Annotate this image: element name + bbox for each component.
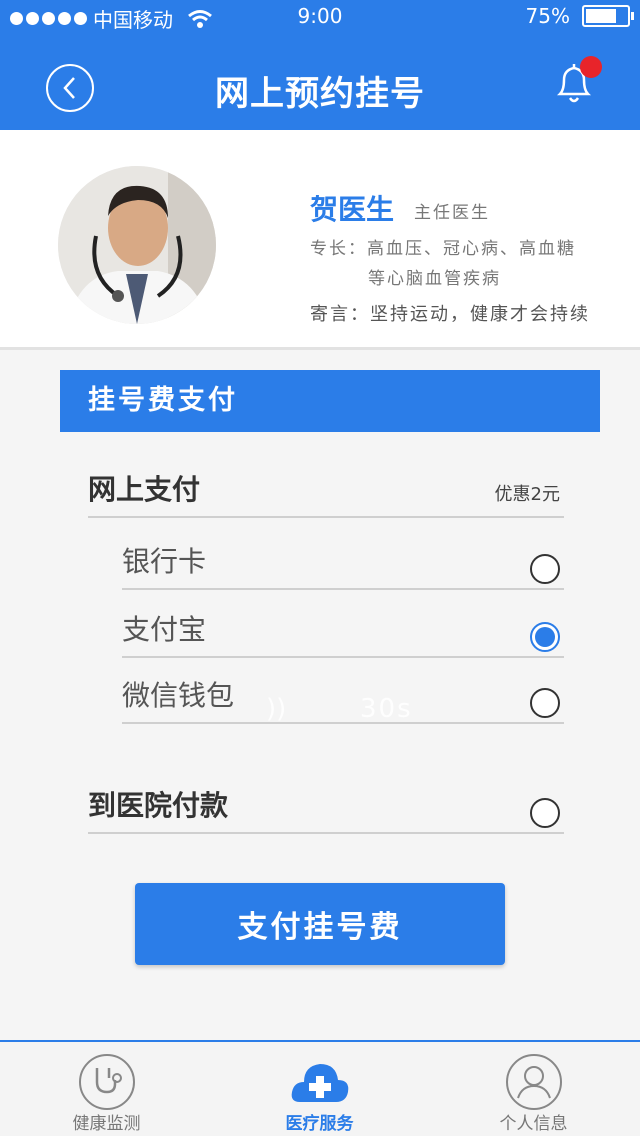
payment-option-wechat[interactable]: 微信钱包 — [122, 672, 564, 724]
payment-option-alipay[interactable]: 支付宝 — [122, 606, 564, 658]
option-label: 支付宝 — [122, 613, 207, 646]
option-label: 银行卡 — [122, 545, 207, 578]
voice-wave-icon: )) — [266, 694, 287, 724]
tab-label: 医疗服务 — [285, 1114, 354, 1134]
pay-at-hospital-label: 到医院付款 — [88, 789, 229, 822]
pay-fee-button[interactable]: 支付挂号费 — [135, 883, 505, 965]
bottom-tab-bar: 健康监测 医疗服务 个人信息 — [0, 1040, 640, 1136]
doctor-photo-icon — [58, 166, 216, 324]
doctor-card: 贺医生 主任医生 专长：高血压、冠心病、高血糖 等心脑血管疾病 寄言：坚持运动，… — [0, 130, 640, 350]
radio-pay-at-hospital[interactable] — [530, 798, 560, 828]
medical-cloud-icon — [291, 1064, 348, 1102]
option-label: 微信钱包 — [122, 679, 235, 712]
specialty-line-2: 等心脑血管疾病 — [368, 269, 501, 289]
online-payment-row: 网上支付 优惠2元 — [88, 466, 564, 518]
specialty-line-1: 专长：高血压、冠心病、高血糖 — [310, 239, 576, 259]
notification-badge — [580, 56, 602, 78]
radio-wechat[interactable] — [530, 688, 560, 718]
tab-medical-service[interactable]: 医疗服务 — [213, 1042, 426, 1136]
battery-level-fill — [586, 9, 616, 23]
voice-duration: 30s — [360, 694, 413, 724]
battery-icon — [582, 5, 634, 27]
radio-bank-card[interactable] — [530, 554, 560, 584]
app-header: 中国移动 9:00 75% 网上预约挂号 — [0, 0, 640, 130]
doctor-title: 主任医生 — [414, 203, 490, 223]
doctor-avatar — [58, 166, 216, 324]
pay-at-hospital-row[interactable]: 到医院付款 — [88, 782, 564, 834]
status-bar: 中国移动 9:00 75% — [0, 0, 640, 34]
battery-percent: 75% — [525, 4, 570, 28]
payment-section-header: 挂号费支付 — [60, 370, 600, 432]
tab-label: 个人信息 — [499, 1114, 568, 1134]
tab-personal-info[interactable]: 个人信息 — [427, 1042, 640, 1136]
online-payment-label: 网上支付 — [88, 473, 201, 506]
user-icon — [505, 1054, 562, 1110]
stethoscope-icon — [78, 1054, 135, 1110]
doctor-name: 贺医生 — [310, 193, 395, 226]
battery-info: 75% — [525, 4, 634, 28]
tab-health-monitoring[interactable]: 健康监测 — [0, 1042, 213, 1136]
doctor-motto: 寄言：坚持运动，健康才会持续 — [310, 304, 590, 325]
tab-label: 健康监测 — [72, 1114, 141, 1134]
discount-label: 优惠2元 — [494, 484, 560, 505]
doctor-specialty: 专长：高血压、冠心病、高血糖 等心脑血管疾病 — [310, 234, 610, 294]
payment-option-bank-card[interactable]: 银行卡 — [122, 538, 564, 590]
radio-alipay[interactable] — [530, 622, 560, 652]
page-title: 网上预约挂号 — [215, 74, 425, 114]
